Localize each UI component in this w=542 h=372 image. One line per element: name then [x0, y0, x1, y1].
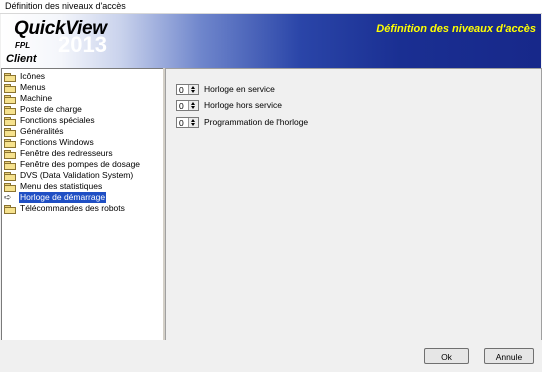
level-spinner[interactable]: 0 — [176, 83, 199, 95]
folder-icon — [4, 116, 16, 126]
tree-item-label: Machine — [20, 93, 53, 103]
tree-item-icones[interactable]: Icônes — [4, 71, 46, 82]
ok-button[interactable]: Ok — [424, 348, 469, 364]
spinner-value[interactable]: 0 — [179, 101, 184, 111]
tree-item-label: Horloge de démarrage — [19, 192, 107, 203]
level-spinner[interactable]: 0 — [176, 99, 199, 111]
category-tree[interactable]: Icônes Menus Machine Poste de charge Fon… — [1, 68, 164, 341]
tree-item-fenetre-redresseurs[interactable]: Fenêtre des redresseurs — [4, 148, 114, 159]
tree-item-label: Poste de charge — [20, 104, 82, 114]
tree-item-label: Menu des statistiques — [20, 181, 103, 191]
tree-item-label: Menus — [20, 82, 46, 92]
tree-item-label: Icônes — [20, 71, 46, 81]
window-title: Définition des niveaux d'accès — [5, 1, 126, 11]
spinner-value[interactable]: 0 — [179, 85, 184, 95]
tree-item-label: Généralités — [20, 126, 64, 136]
settings-panel: 0 Horloge en service 0 Horloge hors serv… — [165, 68, 542, 341]
tree-item-label: Télécommandes des robots — [20, 203, 125, 213]
folder-icon — [4, 72, 16, 82]
logo-year: 2013 — [58, 32, 107, 57]
tree-item-label: DVS (Data Validation System) — [20, 170, 134, 180]
folder-icon — [4, 83, 16, 93]
folder-icon — [4, 105, 16, 115]
folder-icon — [4, 171, 16, 181]
folder-icon — [4, 149, 16, 159]
spinner-arrows[interactable] — [188, 100, 198, 110]
spinner-value[interactable]: 0 — [179, 118, 184, 128]
setting-row: 0 Horloge en service — [176, 83, 275, 95]
tree-item-fenetre-pompes[interactable]: Fenêtre des pompes de dosage — [4, 159, 141, 170]
setting-label: Programmation de l'horloge — [204, 117, 309, 127]
page-title: Définition des niveaux d'accès — [376, 23, 536, 35]
folder-icon — [4, 94, 16, 104]
tree-item-dvs[interactable]: DVS (Data Validation System) — [4, 170, 134, 181]
tree-item-menus[interactable]: Menus — [4, 82, 47, 93]
tree-item-menu-statistiques[interactable]: Menu des statistiques — [4, 181, 103, 192]
tree-item-label: Fenêtre des redresseurs — [20, 148, 113, 158]
setting-label: Horloge hors service — [204, 100, 282, 110]
spinner-arrows[interactable] — [188, 117, 198, 127]
spinner-arrows[interactable] — [188, 84, 198, 94]
folder-icon — [4, 138, 16, 148]
tree-item-telecommandes-robots[interactable]: Télécommandes des robots — [4, 203, 126, 214]
folder-icon — [4, 182, 16, 192]
tree-item-fonctions-speciales[interactable]: Fonctions spéciales — [4, 115, 96, 126]
folder-icon — [4, 204, 16, 214]
tree-item-label: Fenêtre des pompes de dosage — [20, 159, 141, 169]
title-bar: Définition des niveaux d'accès — [0, 0, 542, 14]
folder-icon — [4, 160, 16, 170]
tree-item-machine[interactable]: Machine — [4, 93, 53, 104]
setting-row: 0 Horloge hors service — [176, 99, 282, 111]
setting-label: Horloge en service — [204, 84, 275, 94]
logo-section: Client — [6, 53, 37, 65]
dialog-window: Définition des niveaux d'accès QuickView… — [0, 0, 542, 372]
cancel-button[interactable]: Annule — [484, 348, 534, 364]
arrow-right-icon: ➪ — [4, 192, 12, 202]
tree-item-label: Fonctions spéciales — [20, 115, 95, 125]
tree-item-horloge-demarrage[interactable]: ➪ Horloge de démarrage — [4, 192, 107, 203]
setting-row: 0 Programmation de l'horloge — [176, 116, 308, 128]
folder-icon — [4, 127, 16, 137]
tree-item-poste-de-charge[interactable]: Poste de charge — [4, 104, 83, 115]
tree-item-fonctions-windows[interactable]: Fonctions Windows — [4, 137, 95, 148]
level-spinner[interactable]: 0 — [176, 116, 199, 128]
header-banner: QuickView FPL 2013 Client Définition des… — [1, 14, 541, 69]
tree-item-label: Fonctions Windows — [20, 137, 94, 147]
logo-sub: FPL — [15, 41, 31, 50]
tree-item-generalites[interactable]: Généralités — [4, 126, 64, 137]
